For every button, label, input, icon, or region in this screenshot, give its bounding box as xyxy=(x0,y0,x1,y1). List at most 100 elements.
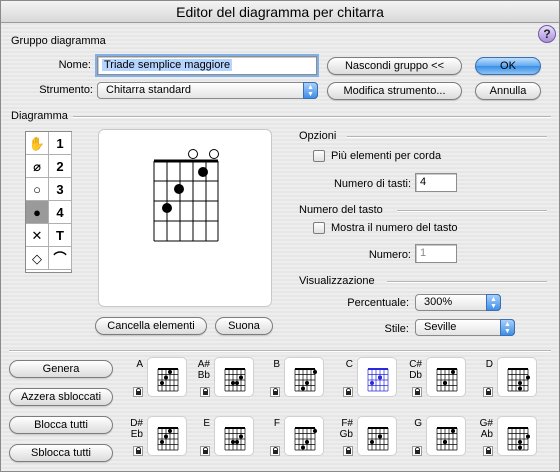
finger-1-tool[interactable]: 1 xyxy=(49,132,72,155)
popup-arrows-icon: ▲ ▼ xyxy=(500,319,515,336)
lock-icon[interactable] xyxy=(483,387,493,397)
visualizzazione-section-title: Visualizzazione xyxy=(299,275,375,287)
chord-diagram-thumbnail[interactable] xyxy=(357,357,397,397)
strumento-popup-value: Chitarra standard xyxy=(106,84,191,96)
thumb-tool[interactable]: T xyxy=(49,224,72,247)
mostra-numero-checkbox[interactable] xyxy=(313,222,325,234)
chord-name-label: F xyxy=(273,418,280,429)
chord-grid-icon xyxy=(367,427,389,451)
finger-2-tool[interactable]: 2 xyxy=(49,155,72,178)
chord-diagram-thumbnail[interactable] xyxy=(284,357,324,397)
chord-diagram-thumbnail[interactable] xyxy=(214,357,254,397)
nascondi-gruppo-button[interactable]: Nascondi gruppo << xyxy=(327,57,462,75)
opzioni-divider xyxy=(347,136,547,138)
lock-icon[interactable] xyxy=(270,387,280,397)
stile-popup[interactable]: Seville ▲ ▼ xyxy=(415,319,515,336)
lock-icon[interactable] xyxy=(343,446,353,456)
hand-tool-icon[interactable]: ✋ xyxy=(26,132,49,155)
nome-input[interactable]: Triade semplice maggiore xyxy=(95,54,319,77)
strumento-popup[interactable]: Chitarra standard ▲ ▼ xyxy=(97,82,318,99)
percentuale-label: Percentuale: xyxy=(347,297,409,309)
finger-3-tool[interactable]: 3 xyxy=(49,178,72,201)
chord-diagram-thumbnail[interactable] xyxy=(426,416,466,456)
lock-icon[interactable] xyxy=(200,446,210,456)
chord-grid-icon xyxy=(224,427,246,451)
gruppo-section-title: Gruppo diagramma xyxy=(11,35,106,47)
lock-icon[interactable] xyxy=(133,446,143,456)
blocca-tutti-button[interactable]: Blocca tutti xyxy=(9,416,113,434)
chord-grid-icon xyxy=(224,368,246,392)
popup-arrows-icon: ▲ ▼ xyxy=(303,82,318,99)
chord-grid-icon xyxy=(294,427,317,451)
diagram-canvas[interactable] xyxy=(98,129,272,307)
piu-elementi-checkbox[interactable] xyxy=(313,150,325,162)
chord-grid-icon xyxy=(157,427,179,451)
ok-button[interactable]: OK xyxy=(475,57,541,75)
azzera-sbloccati-button[interactable]: Azzera sbloccati xyxy=(9,388,113,406)
barre-tool-icon[interactable]: ⌒ xyxy=(49,247,72,270)
opzioni-section-title: Opzioni xyxy=(299,130,337,142)
chord-name-label: C xyxy=(345,359,353,370)
lock-icon[interactable] xyxy=(270,446,280,456)
chord-diagram-thumbnail[interactable] xyxy=(357,416,397,456)
chord-name-label: F# Gb xyxy=(339,418,353,440)
chord-name-label: D xyxy=(485,359,493,370)
numero-tasto-section-title: Numero del tasto xyxy=(299,204,383,216)
chord-diagram-thumbnail[interactable] xyxy=(284,416,324,456)
modifica-strumento-button[interactable]: Modifica strumento... xyxy=(327,82,462,100)
cancella-elementi-button[interactable]: Cancella elementi xyxy=(95,317,207,335)
large-chord-diagram xyxy=(153,149,219,242)
lock-icon[interactable] xyxy=(483,446,493,456)
numero-tasti-input[interactable]: 4 xyxy=(415,173,457,192)
diagramma-section-title: Diagramma xyxy=(11,110,68,122)
filled-dot-tool-icon[interactable]: ● xyxy=(26,201,49,224)
chord-diagram-thumbnail[interactable] xyxy=(426,357,466,397)
chord-grid-icon xyxy=(507,368,530,392)
lock-icon[interactable] xyxy=(412,446,422,456)
lock-icon[interactable] xyxy=(200,387,210,397)
numero-tasto-divider xyxy=(397,210,547,212)
annulla-button[interactable]: Annulla xyxy=(475,82,541,100)
nome-input-value: Triade semplice maggiore xyxy=(102,59,233,71)
percentuale-popup[interactable]: 300% ▲ ▼ xyxy=(415,294,501,311)
eraser-tool-icon[interactable]: ⌀ xyxy=(26,155,49,178)
mute-x-tool-icon[interactable]: ✕ xyxy=(26,224,49,247)
sblocca-tutti-button[interactable]: Sblocca tutti xyxy=(9,444,113,462)
chord-diagram-thumbnail[interactable] xyxy=(147,416,187,456)
chord-grid-icon xyxy=(507,427,530,451)
chord-grid-icon xyxy=(157,368,179,392)
help-button[interactable]: ? xyxy=(538,25,556,43)
chord-name-label: G# Ab xyxy=(479,418,493,440)
chord-diagram-thumbnail[interactable] xyxy=(497,416,537,456)
nome-label: Nome: xyxy=(58,59,91,71)
chord-grid-icon xyxy=(294,368,317,392)
chord-grid-icon xyxy=(367,368,389,392)
suona-button[interactable]: Suona xyxy=(215,317,273,335)
lock-icon[interactable] xyxy=(133,387,143,397)
stile-value: Seville xyxy=(424,321,457,333)
chord-name-label: D# Eb xyxy=(130,418,143,440)
numero-input[interactable]: 1 xyxy=(415,244,457,263)
chord-name-label: C# Db xyxy=(409,359,422,381)
genera-button[interactable]: Genera xyxy=(9,360,113,378)
numero-tasti-label: Numero di tasti: xyxy=(333,178,411,190)
lock-icon[interactable] xyxy=(343,387,353,397)
bottom-divider xyxy=(9,350,551,352)
mostra-numero-label: Mostra il numero del tasto xyxy=(331,222,458,234)
open-circle-tool-icon[interactable]: ○ xyxy=(26,178,49,201)
finger-4-tool[interactable]: 4 xyxy=(49,201,72,224)
chord-name-label: A xyxy=(136,359,143,370)
chord-grid-icon xyxy=(436,427,458,451)
chord-name-label: G xyxy=(414,418,422,429)
chord-grid-icon xyxy=(436,368,458,392)
diamond-tool-icon[interactable]: ◇ xyxy=(26,247,49,270)
chord-name-label: B xyxy=(273,359,280,370)
strumento-label: Strumento: xyxy=(39,84,93,96)
tool-palette: ✋ 1 ⌀ 2 ○ 3 ● 4 ✕ T ◇ ⌒ xyxy=(25,131,72,273)
diagramma-divider xyxy=(73,116,551,118)
window-title: Editor del diagramma per chitarra xyxy=(1,1,559,23)
chord-diagram-thumbnail[interactable] xyxy=(147,357,187,397)
chord-diagram-thumbnail[interactable] xyxy=(497,357,537,397)
chord-diagram-thumbnail[interactable] xyxy=(214,416,254,456)
lock-icon[interactable] xyxy=(412,387,422,397)
